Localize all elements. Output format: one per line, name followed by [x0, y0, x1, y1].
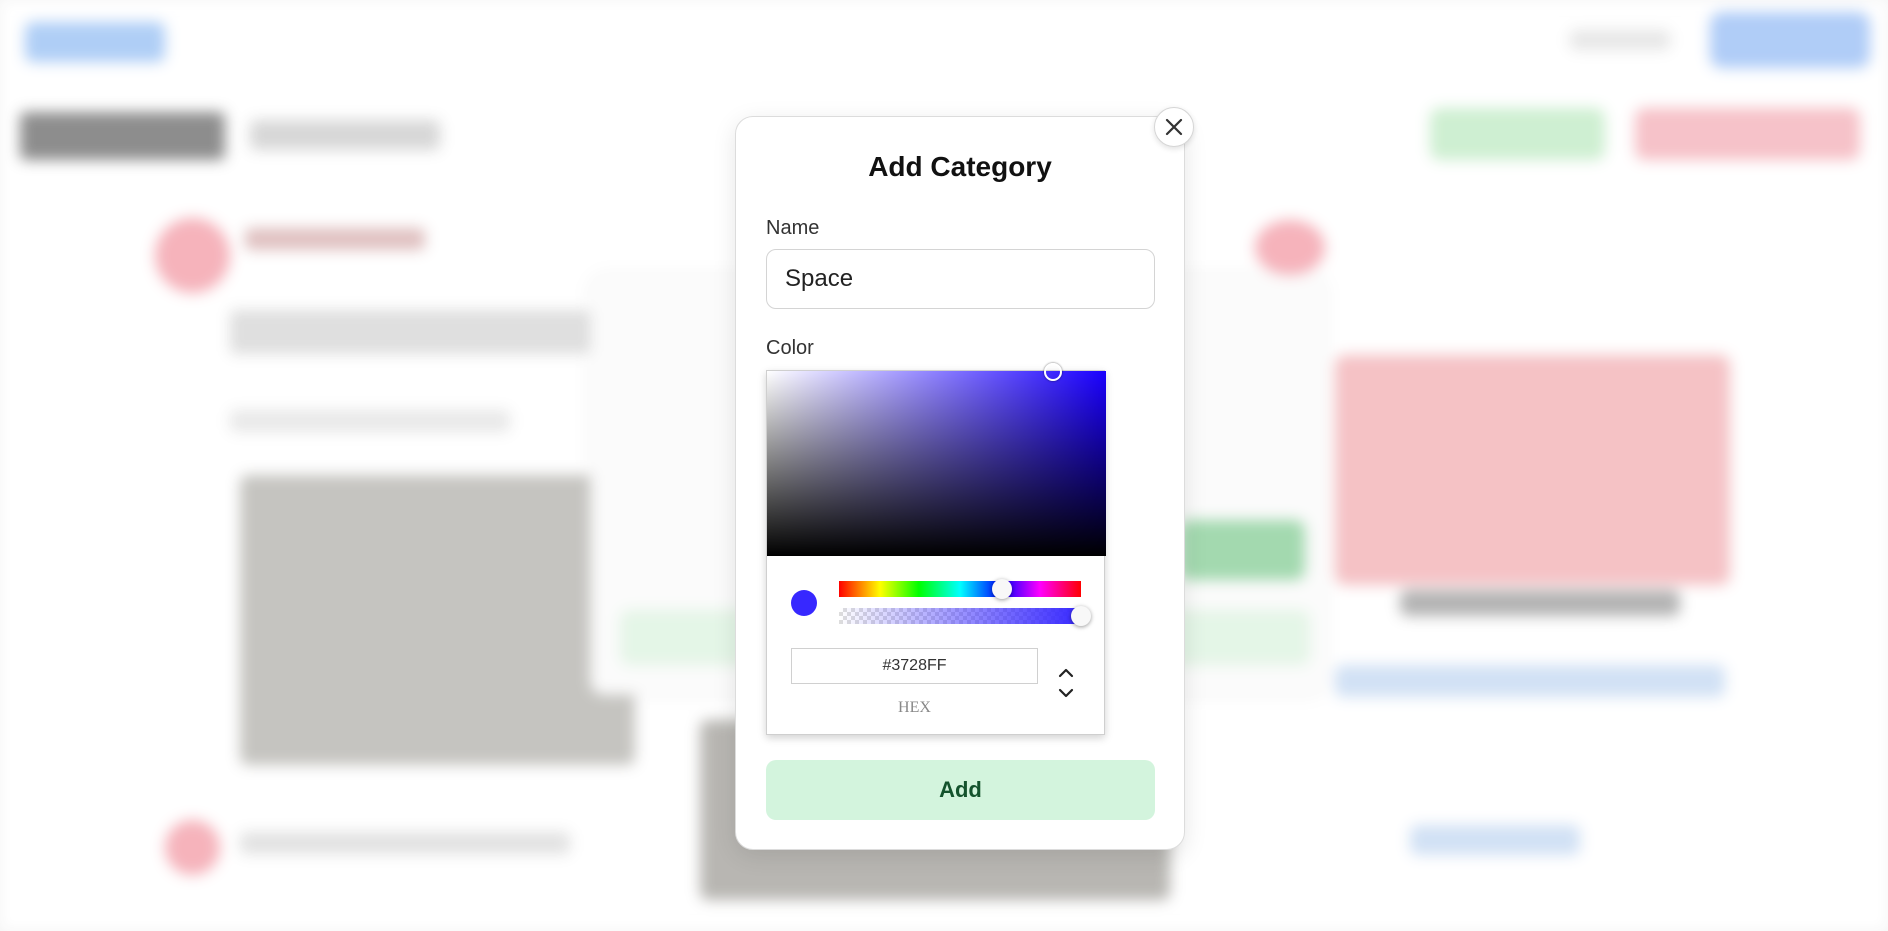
modal-title: Add Category — [868, 151, 1052, 182]
hue-slider-handle[interactable] — [992, 579, 1013, 599]
saturation-area[interactable] — [767, 363, 1106, 556]
saturation-handle[interactable] — [1044, 363, 1062, 381]
add-category-modal: Add Category Name Color HEX Add — [735, 116, 1185, 850]
chevron-down-icon — [1058, 688, 1074, 698]
color-picker: HEX — [766, 363, 1106, 735]
color-label: Color — [766, 337, 814, 359]
alpha-gradient — [839, 608, 1081, 624]
hue-slider[interactable] — [839, 579, 1081, 599]
alpha-slider-handle[interactable] — [1071, 606, 1091, 626]
close-button[interactable] — [1154, 107, 1194, 147]
chevron-up-icon — [1058, 668, 1074, 678]
color-mode-toggle[interactable] — [1054, 666, 1078, 700]
hex-input[interactable] — [791, 648, 1038, 684]
name-label: Name — [766, 217, 820, 239]
add-button[interactable]: Add — [766, 760, 1155, 820]
name-input[interactable] — [766, 249, 1155, 309]
alpha-slider[interactable] — [839, 606, 1091, 626]
close-icon — [1165, 118, 1183, 136]
color-swatch — [791, 590, 817, 616]
color-mode-label: HEX — [898, 699, 931, 716]
